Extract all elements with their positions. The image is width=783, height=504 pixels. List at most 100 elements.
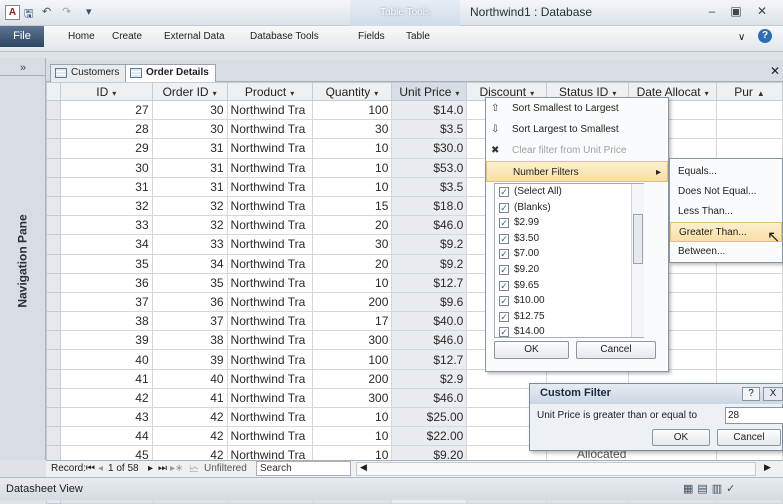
cell-id[interactable]: 36	[59, 272, 153, 293]
cell-product[interactable]: Northwind Tra	[226, 176, 313, 197]
filter-ok-button[interactable]: OK	[494, 341, 569, 359]
row-selector[interactable]	[46, 368, 61, 389]
cell-product[interactable]: Northwind Tra	[226, 387, 313, 409]
checklist-item[interactable]: ✓ $14.00	[495, 324, 643, 340]
undo-icon[interactable]: ↶	[42, 5, 51, 18]
column-header-order-id[interactable]: Order ID ▾	[151, 82, 228, 101]
row-selector[interactable]	[46, 99, 61, 121]
cell-product[interactable]: Northwind Tra	[226, 291, 313, 313]
table-row[interactable]: 40 39 Northwind Tra 100 $12.7	[46, 349, 783, 370]
cell-quantity[interactable]: 10	[311, 157, 393, 178]
filter-equals-item[interactable]: Equals...	[670, 162, 782, 182]
row-selector[interactable]	[46, 406, 61, 428]
cell-id[interactable]: 30	[59, 157, 153, 178]
cell-product[interactable]: Northwind Tra	[226, 215, 313, 236]
checklist-item[interactable]: ✓ $7.00	[495, 246, 643, 262]
checklist-item[interactable]: ✓ $10.00	[495, 293, 643, 309]
cell-quantity[interactable]: 10	[311, 272, 393, 293]
cell-order-id[interactable]: 42	[151, 406, 228, 428]
cell-id[interactable]: 29	[59, 138, 153, 159]
cell-unit-price[interactable]: $14.0	[391, 99, 468, 121]
checklist-item[interactable]: ✓ $2.99	[495, 215, 643, 231]
cell-quantity[interactable]: 300	[311, 387, 393, 409]
cell-product[interactable]: Northwind Tra	[226, 349, 313, 370]
row-selector-header[interactable]	[46, 82, 61, 101]
record-position[interactable]: 1 of 58	[108, 463, 139, 474]
filter-greater-than-item[interactable]: Greater Than...	[670, 222, 782, 242]
cell-quantity[interactable]: 200	[311, 291, 393, 313]
row-selector[interactable]	[46, 138, 61, 159]
cell-unit-price[interactable]: $30.0	[391, 138, 468, 159]
cell-id[interactable]: 32	[59, 195, 153, 217]
cell-order-id[interactable]: 32	[151, 215, 228, 236]
checklist-scrollbar[interactable]	[631, 184, 644, 337]
cell-quantity[interactable]: 300	[311, 330, 393, 351]
cell-order-id[interactable]: 30	[151, 99, 228, 121]
cell-unit-price[interactable]: $18.0	[391, 195, 468, 217]
cell-unit-price[interactable]: $9.2	[391, 234, 468, 255]
scrollbar-thumb[interactable]	[633, 214, 643, 264]
cell-id[interactable]: 37	[59, 291, 153, 313]
cell-product[interactable]: Northwind Tra	[226, 330, 313, 351]
table-row[interactable]: 29 31 Northwind Tra 10 $30.0	[46, 138, 783, 159]
cell-order-id[interactable]: 38	[151, 330, 228, 351]
checkbox-icon[interactable]: ✓	[499, 218, 509, 229]
filter-status[interactable]: Unfiltered	[204, 463, 247, 474]
cell-id[interactable]: 44	[59, 426, 153, 447]
cell-product[interactable]: Northwind Tra	[226, 253, 313, 274]
number-filters-item[interactable]: Number Filters ▸	[486, 161, 668, 182]
checkbox-icon[interactable]: ✓	[499, 187, 509, 197]
row-selector[interactable]	[46, 215, 61, 236]
cell-quantity[interactable]: 15	[311, 195, 393, 217]
checklist-item[interactable]: ✓ $9.20	[495, 262, 643, 278]
close-document-icon[interactable]: ✕	[770, 64, 780, 78]
cell-quantity[interactable]: 20	[311, 253, 393, 274]
last-record-icon[interactable]: ⏭	[158, 463, 167, 474]
cell-unit-price[interactable]: $46.0	[391, 330, 468, 351]
cell-purchase[interactable]	[716, 272, 783, 293]
cell-order-id[interactable]: 32	[151, 195, 228, 217]
clear-filter-item[interactable]: ✖ Clear filter from Unit Price	[486, 140, 668, 161]
cell-order-id[interactable]: 31	[151, 138, 228, 159]
table-row[interactable]: 36 35 Northwind Tra 10 $12.7	[46, 272, 783, 293]
cell-product[interactable]: Northwind Tra	[226, 157, 313, 178]
cell-unit-price[interactable]: $46.0	[391, 387, 468, 409]
cell-purchase[interactable]	[716, 291, 783, 313]
cell-purchase[interactable]	[716, 99, 783, 121]
cell-unit-price[interactable]: $12.7	[391, 349, 468, 370]
cell-product[interactable]: Northwind Tra	[226, 272, 313, 293]
cell-quantity[interactable]: 30	[311, 234, 393, 255]
cell-quantity[interactable]: 100	[311, 99, 393, 121]
cell-unit-price[interactable]: $25.00	[391, 406, 468, 428]
cell-id[interactable]: 31	[59, 176, 153, 197]
cell-purchase[interactable]	[716, 311, 783, 332]
tab-home[interactable]: Home	[68, 31, 95, 42]
scroll-right-icon[interactable]: ▶	[764, 462, 771, 473]
dialog-ok-button[interactable]: OK	[652, 429, 710, 446]
filter-cancel-button[interactable]: Cancel	[576, 341, 656, 359]
help-icon[interactable]: ?	[758, 29, 772, 43]
cell-order-id[interactable]: 40	[151, 368, 228, 389]
cell-product[interactable]: Northwind Tra	[226, 406, 313, 428]
cell-order-id[interactable]: 41	[151, 387, 228, 409]
table-row[interactable]: 39 38 Northwind Tra 300 $46.0	[46, 330, 783, 351]
cell-quantity[interactable]: 10	[311, 138, 393, 159]
tab-external-data[interactable]: External Data	[164, 31, 225, 42]
row-selector[interactable]	[46, 330, 61, 351]
column-header-product[interactable]: Product ▾	[226, 82, 313, 101]
row-selector[interactable]	[46, 119, 61, 140]
cell-id[interactable]: 34	[59, 234, 153, 255]
cell-order-id[interactable]: 35	[151, 272, 228, 293]
cell-order-id[interactable]: 34	[151, 253, 228, 274]
row-selector[interactable]	[46, 157, 61, 178]
restore-icon[interactable]: ▣	[726, 4, 746, 18]
file-tab[interactable]: File	[0, 26, 44, 47]
access-logo-icon[interactable]: A	[5, 5, 20, 20]
cell-quantity[interactable]: 30	[311, 119, 393, 140]
cell-unit-price[interactable]: $53.0	[391, 157, 468, 178]
cell-unit-price[interactable]: $22.00	[391, 426, 468, 447]
cell-product[interactable]: Northwind Tra	[226, 426, 313, 447]
column-header-quantity[interactable]: Quantity ▾	[311, 82, 393, 101]
next-record-icon[interactable]: ▸	[148, 463, 153, 474]
row-selector[interactable]	[46, 253, 61, 274]
